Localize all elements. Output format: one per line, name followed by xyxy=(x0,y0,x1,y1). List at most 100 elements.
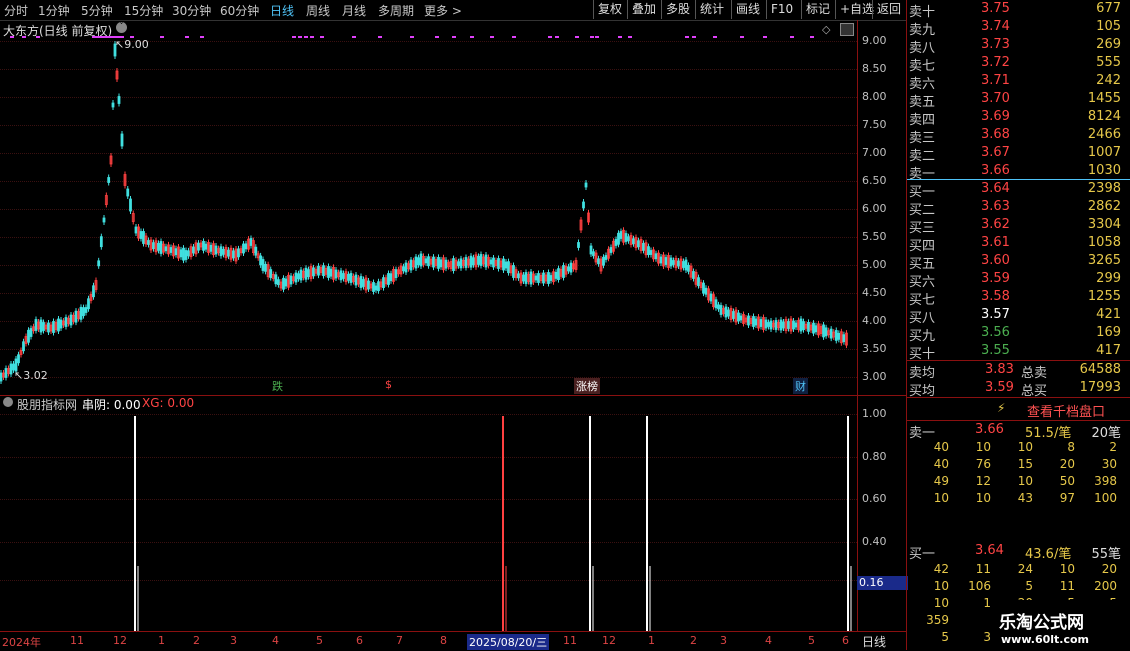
date-label: 3 xyxy=(230,634,237,647)
period-tab-active[interactable]: 日线 xyxy=(270,2,294,19)
candle-body xyxy=(157,242,160,251)
period-indicator: 日线 xyxy=(862,635,887,649)
ask-volume: 105 xyxy=(1096,19,1121,34)
date-label: 2024年 xyxy=(2,636,41,649)
multi-stock-button[interactable]: 多股 xyxy=(661,0,694,19)
draw-button[interactable]: 画线 xyxy=(731,0,764,19)
period-tab[interactable]: 15分钟 xyxy=(124,2,163,19)
event-marker-drop[interactable]: 跌 xyxy=(272,378,283,394)
depth-grid-row: 10 10 43 97 100 xyxy=(907,491,1127,508)
adjust-button[interactable]: 复权 xyxy=(593,0,626,19)
period-tab[interactable]: 多周期 xyxy=(378,2,414,19)
more-periods[interactable]: 更多 > xyxy=(424,2,462,19)
candle-body xyxy=(592,251,595,257)
bid-row[interactable]: 买一 3.64 2398 xyxy=(909,181,1125,200)
bid-row[interactable]: 买九 3.56 169 xyxy=(909,325,1125,344)
candle-body xyxy=(99,236,103,248)
signal-dot xyxy=(435,36,439,38)
bid-price: 3.59 xyxy=(981,271,1010,286)
period-tab[interactable]: 60分钟 xyxy=(220,2,259,19)
depth-title[interactable]: 查看千档盘口 xyxy=(1027,401,1105,420)
candle-body xyxy=(111,102,115,108)
depth-sell1-avg: 51.5/笔 xyxy=(1025,426,1072,441)
candle-body xyxy=(737,312,740,322)
candle-body xyxy=(444,259,448,269)
candle-body xyxy=(134,226,138,234)
ask-row[interactable]: 卖二 3.67 1007 xyxy=(909,145,1125,164)
bid-row[interactable]: 买二 3.63 2862 xyxy=(909,199,1125,218)
ask-level-label: 卖八 xyxy=(909,41,936,56)
event-marker-toplist[interactable]: 涨榜 xyxy=(574,378,600,394)
price-tick: 9.00 xyxy=(862,34,887,47)
bid-volume: 1255 xyxy=(1087,289,1121,304)
period-tab[interactable]: 1分钟 xyxy=(38,2,70,19)
back-button[interactable]: 返回 xyxy=(872,0,905,19)
ask-row[interactable]: 卖九 3.74 105 xyxy=(909,19,1125,38)
candle-body xyxy=(419,253,423,267)
date-label: 11 xyxy=(563,634,577,647)
f10-button[interactable]: F10 xyxy=(766,0,797,19)
ask-level-label: 卖七 xyxy=(909,59,936,74)
indicator-current-value: 0.16 xyxy=(857,576,908,590)
bid-row[interactable]: 买六 3.59 299 xyxy=(909,271,1125,290)
indicator-panel[interactable]: 股朋指标网 串阴: 0.00 XG: 0.00 1.00 0.80 0.60 0.40… xyxy=(0,395,908,632)
candle-body xyxy=(512,265,515,278)
depth-header[interactable]: ⚡ 查看千档盘口 xyxy=(907,397,1130,421)
candle-body xyxy=(754,318,758,326)
depth-grid-cell: 100 xyxy=(1094,491,1117,505)
ask-row[interactable]: 卖三 3.68 2466 xyxy=(909,127,1125,146)
date-label: 6 xyxy=(842,634,849,647)
ask-row[interactable]: 卖七 3.72 555 xyxy=(909,55,1125,74)
watermark-name: 乐淘公式网 xyxy=(999,613,1084,633)
candle-body xyxy=(677,260,680,267)
period-tab[interactable]: 月线 xyxy=(342,2,366,19)
overlay-button[interactable]: 叠加 xyxy=(627,0,660,19)
ask-price: 3.69 xyxy=(981,109,1010,124)
candle-body xyxy=(829,328,833,339)
candle-body xyxy=(577,242,580,248)
candle-body xyxy=(117,96,121,104)
period-tab[interactable]: 30分钟 xyxy=(172,2,211,19)
mark-button[interactable]: 标记 xyxy=(801,0,834,19)
candle-body xyxy=(39,319,43,333)
signal-dot xyxy=(575,36,579,38)
candle-body xyxy=(464,257,468,268)
candle-body xyxy=(152,242,155,250)
ask-row[interactable]: 卖六 3.71 242 xyxy=(909,73,1125,92)
bid-volume: 2398 xyxy=(1087,181,1121,196)
price-tick: 5.50 xyxy=(862,230,887,243)
ask-row[interactable]: 卖四 3.69 8124 xyxy=(909,109,1125,128)
candle-body xyxy=(632,238,635,245)
stats-button[interactable]: 统计 xyxy=(695,0,728,19)
candle-body xyxy=(824,327,828,337)
candle-body xyxy=(192,246,195,254)
period-tab[interactable]: 周线 xyxy=(306,2,330,19)
bid-row[interactable]: 买八 3.57 421 xyxy=(909,307,1125,326)
period-tab[interactable]: 5分钟 xyxy=(81,2,113,19)
bid-row[interactable]: 买五 3.60 3265 xyxy=(909,253,1125,272)
ask-row[interactable]: 卖八 3.73 269 xyxy=(909,37,1125,56)
signal-dot xyxy=(555,36,559,38)
event-marker-finance[interactable]: 财 xyxy=(793,378,808,394)
candle-body xyxy=(522,274,525,282)
bid-row[interactable]: 买三 3.62 3304 xyxy=(909,217,1125,236)
candle-body xyxy=(649,250,653,255)
depth-grid-cell: 10 xyxy=(933,579,949,593)
bid-row[interactable]: 买四 3.61 1058 xyxy=(909,235,1125,254)
candle-body xyxy=(802,321,805,331)
ask-row[interactable]: 卖十 3.75 677 xyxy=(909,1,1125,20)
candle-body xyxy=(9,363,13,375)
bid-price: 3.55 xyxy=(981,343,1010,358)
signal-dot xyxy=(595,36,599,38)
candle-body xyxy=(627,236,630,242)
event-marker-dollar[interactable]: $ xyxy=(385,378,392,391)
candle-body xyxy=(739,315,743,321)
bid-row[interactable]: 买十 3.55 417 xyxy=(909,343,1125,362)
bid-row[interactable]: 买七 3.58 1255 xyxy=(909,289,1125,308)
kline-chart[interactable]: 大东方(日线 前复权) ˅ ◇ 9.00 8.50 8.00 7.50 7.00 6.50… xyxy=(0,20,906,395)
period-tab[interactable]: 分时 xyxy=(4,2,28,19)
ask-row[interactable]: 卖五 3.70 1455 xyxy=(909,91,1125,110)
price-tick: 8.00 xyxy=(862,90,887,103)
candle-body xyxy=(184,250,188,260)
candle-body xyxy=(52,321,55,333)
